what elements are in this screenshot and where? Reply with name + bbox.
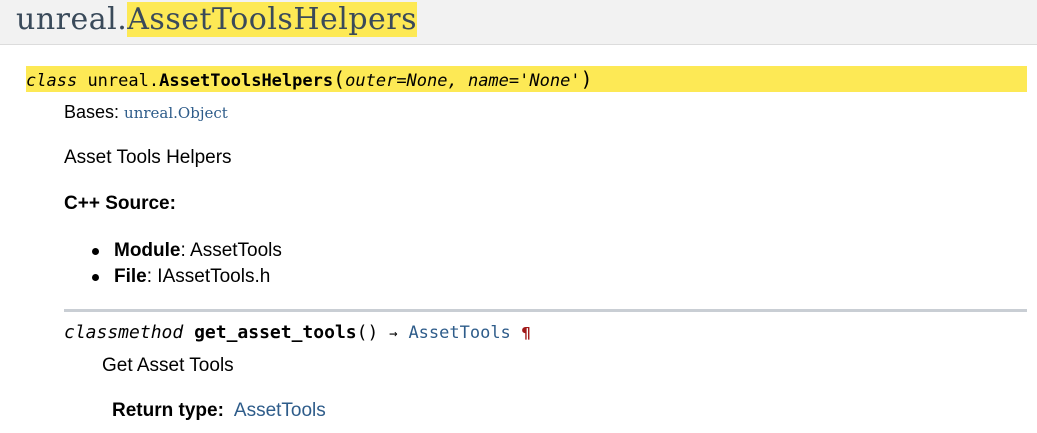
section-divider xyxy=(64,309,1027,312)
bases-label: Bases: xyxy=(64,102,120,122)
source-file-key: File xyxy=(114,266,147,287)
method-description: Get Asset Tools xyxy=(102,355,234,376)
permalink-icon[interactable]: ¶ xyxy=(522,324,531,342)
source-module-value: AssetTools xyxy=(190,240,282,261)
list-item: Module: AssetTools xyxy=(92,238,282,264)
method-parens: () xyxy=(356,322,379,343)
return-type-label: Return type: xyxy=(112,400,224,421)
class-signature: class unreal.AssetToolsHelpers(outer=Non… xyxy=(26,66,1027,92)
source-file-value: IAssetTools.h xyxy=(157,266,271,287)
method-name: get_asset_tools xyxy=(194,322,357,343)
bases-line: Bases: unreal.Object xyxy=(64,100,228,125)
page-title-highlight: AssetToolsHelpers xyxy=(127,2,418,37)
return-type-link[interactable]: AssetTools xyxy=(234,400,326,421)
method-keyword: classmethod xyxy=(64,322,184,343)
signature-open-paren: ( xyxy=(333,67,346,91)
cpp-source-heading: C++ Source: xyxy=(64,193,176,214)
page-title: unreal.AssetToolsHelpers xyxy=(16,1,418,39)
list-item: File: IAssetTools.h xyxy=(92,264,282,290)
return-type-line: Return type: AssetTools xyxy=(112,399,326,423)
class-name: AssetToolsHelpers xyxy=(159,71,334,91)
method-return-link[interactable]: AssetTools xyxy=(408,323,510,343)
class-description: Asset Tools Helpers xyxy=(64,147,232,168)
class-keyword: class xyxy=(26,71,78,91)
cpp-source-list: Module: AssetTools File: IAssetTools.h xyxy=(92,238,282,290)
bases-link[interactable]: unreal.Object xyxy=(124,104,228,122)
source-module-key: Module xyxy=(114,240,181,261)
return-arrow-icon: → xyxy=(389,326,398,342)
class-params: outer=None, name='None' xyxy=(345,71,581,91)
method-signature: classmethod get_asset_tools() → AssetToo… xyxy=(64,320,531,347)
signature-close-paren: ) xyxy=(580,67,593,91)
page-header: unreal.AssetToolsHelpers xyxy=(0,0,1037,45)
class-module-prefix: unreal. xyxy=(87,71,160,91)
page-title-prefix: unreal. xyxy=(16,2,128,37)
